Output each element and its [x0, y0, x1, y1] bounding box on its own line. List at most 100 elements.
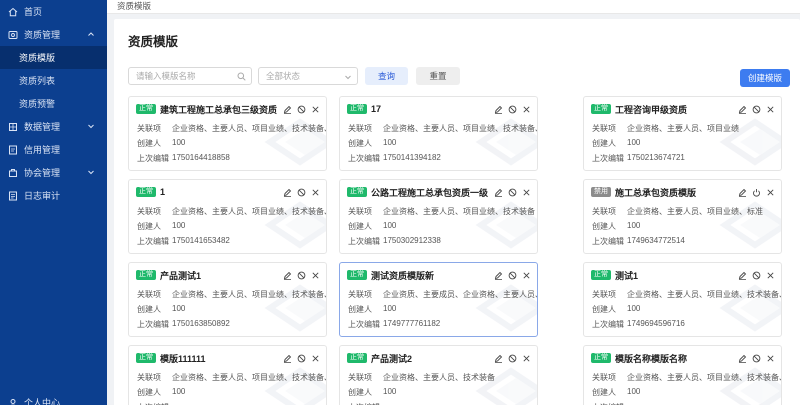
template-card[interactable]: 正常 工程咨询甲级资质 关联项 企业资格、主要人员、项目业绩 创建人 100 上次编辑 175…	[583, 96, 782, 171]
disable-ban-icon[interactable]	[297, 105, 306, 114]
delete-close-icon[interactable]	[766, 188, 775, 197]
edit-icon[interactable]	[283, 105, 292, 114]
card-title[interactable]: 产品测试1	[160, 269, 279, 282]
card-title[interactable]: 施工总承包资质模版	[615, 186, 734, 199]
template-card[interactable]: 正常产品测试2关联项企业资格、主要人员、技术装备创建人100上次编辑	[339, 345, 538, 405]
delete-close-icon[interactable]	[311, 188, 320, 197]
delete-close-icon[interactable]	[522, 105, 531, 114]
template-card[interactable]: 正常模版名称模版名称关联项 企业资格、主要人员、项目业绩、技术装备、标准创建人 10…	[583, 345, 782, 405]
breadcrumb-item[interactable]: 资质模版	[117, 1, 151, 11]
query-button[interactable]: 查询	[365, 67, 408, 85]
template-card[interactable]: 正常建筑工程施工总承包三级资质关联项 企业资格、主要人员、项目业绩、技术装备、标准…	[128, 96, 327, 171]
template-card[interactable]: 正常模版111111 关联项 企业资格、主要人员、项目业绩、技术装备、标准创建人 10…	[128, 345, 327, 405]
related-value: 企业资格、主要人员、项目业绩	[627, 124, 739, 133]
sidebar-item-data[interactable]: 数据管理	[0, 115, 107, 138]
sidebar-item-credit[interactable]: 信用管理	[0, 138, 107, 161]
template-card[interactable]: 正常17关联项企业资格、主要人员、项目业绩、技术装备、标准创建人100上次编辑1…	[339, 96, 538, 171]
template-name-search-input[interactable]: 请输入模版名称	[128, 67, 252, 85]
card-actions	[494, 271, 531, 280]
edit-icon[interactable]	[738, 354, 747, 363]
edit-icon[interactable]	[738, 271, 747, 280]
sidebar-item-qualification[interactable]: 资质管理	[0, 23, 107, 46]
creator-label: 创建人	[348, 222, 372, 231]
related-label: 关联项	[137, 124, 161, 133]
card-related-row: 关联项 企业资质、主要成员、企业资格、主要人员、项目业绩、技术装备	[348, 289, 537, 300]
delete-close-icon[interactable]	[522, 354, 531, 363]
edit-icon[interactable]	[283, 354, 292, 363]
edit-icon[interactable]	[283, 188, 292, 197]
template-card[interactable]: 正常测试1关联项企业资格、主要人员、项目业绩、技术装备、标准创建人100上次编辑…	[583, 262, 782, 337]
related-label: 关联项	[348, 290, 372, 299]
disable-ban-icon[interactable]	[508, 105, 517, 114]
template-card[interactable]: 正常1关联项企业资格、主要人员、项目业绩、技术装备、标准创建人100上次编辑17…	[128, 179, 327, 254]
creator-label: 创建人	[348, 139, 372, 148]
last-edit-label: 上次编辑	[137, 237, 169, 246]
last-edit-label: 上次编辑	[137, 320, 169, 329]
card-decoration-icon	[715, 273, 781, 333]
edit-icon[interactable]	[738, 188, 747, 197]
status-select[interactable]: 全部状态	[258, 67, 358, 85]
edit-icon[interactable]	[494, 188, 503, 197]
edit-icon[interactable]	[494, 271, 503, 280]
disable-ban-icon[interactable]	[752, 105, 761, 114]
last-edit-label: 上次编辑	[592, 154, 624, 163]
card-actions	[283, 354, 320, 363]
card-creator-row: 创建人 100	[137, 221, 185, 232]
disable-ban-icon[interactable]	[297, 354, 306, 363]
disable-ban-icon[interactable]	[508, 271, 517, 280]
delete-close-icon[interactable]	[522, 271, 531, 280]
sidebar-subitem-warning[interactable]: 资质预警	[0, 92, 107, 115]
sidebar-item-log[interactable]: 日志审计	[0, 184, 107, 207]
card-title[interactable]: 17	[371, 104, 490, 114]
template-card[interactable]: 禁用 施工总承包资质模版 关联项 企业资格、主要人员、项目业绩、标准 创建人 100 上次编…	[583, 179, 782, 254]
disable-ban-icon[interactable]	[297, 188, 306, 197]
disable-ban-icon[interactable]	[752, 271, 761, 280]
reset-button[interactable]: 重置	[416, 67, 460, 85]
sidebar-item-home[interactable]: 首页	[0, 0, 107, 23]
status-badge: 正常	[347, 270, 367, 280]
card-actions	[494, 105, 531, 114]
card-title[interactable]: 建筑工程施工总承包三级资质	[160, 103, 279, 116]
related-label: 关联项	[592, 124, 616, 133]
edit-icon[interactable]	[494, 105, 503, 114]
card-title[interactable]: 测试1	[615, 269, 734, 282]
sidebar-item-association[interactable]: 协会管理	[0, 161, 107, 184]
card-title[interactable]: 产品测试2	[371, 352, 490, 365]
disable-ban-icon[interactable]	[508, 354, 517, 363]
card-title[interactable]: 工程咨询甲级资质	[615, 103, 734, 116]
disable-ban-icon[interactable]	[297, 271, 306, 280]
delete-close-icon[interactable]	[766, 354, 775, 363]
card-creator-row: 创建人 100	[348, 387, 396, 398]
card-title[interactable]: 1	[160, 187, 279, 197]
delete-close-icon[interactable]	[766, 105, 775, 114]
edit-icon[interactable]	[283, 271, 292, 280]
last-edit-value: 1750213674721	[627, 153, 685, 162]
delete-close-icon[interactable]	[766, 271, 775, 280]
related-value: 企业资格、主要人员、项目业绩、技术装备、标准	[172, 373, 326, 382]
related-label: 关联项	[592, 207, 616, 216]
search-icon[interactable]	[237, 72, 246, 83]
edit-icon[interactable]	[494, 354, 503, 363]
template-card[interactable]: 正常产品测试1关联项企业资格、主要人员、项目业绩、技术装备、标准创建人100上次…	[128, 262, 327, 337]
enable-power-icon[interactable]	[752, 188, 761, 197]
card-title[interactable]: 模版名称模版名称	[615, 352, 734, 365]
delete-close-icon[interactable]	[311, 105, 320, 114]
disable-ban-icon[interactable]	[752, 354, 761, 363]
card-title[interactable]: 测试资质模版新	[371, 269, 490, 282]
template-card[interactable]: 正常 公路工程施工总承包资质一级 关联项 企业资格、主要人员、项目业绩、技术装备 创建人…	[339, 179, 538, 254]
disable-ban-icon[interactable]	[508, 188, 517, 197]
sidebar-item-profile[interactable]: 个人中心	[8, 396, 60, 405]
delete-close-icon[interactable]	[311, 354, 320, 363]
delete-close-icon[interactable]	[522, 188, 531, 197]
card-title[interactable]: 模版111111	[160, 352, 279, 365]
sidebar-subitem-template[interactable]: 资质模版	[0, 46, 107, 69]
card-actions	[738, 271, 775, 280]
sidebar-subitem-list[interactable]: 资质列表	[0, 69, 107, 92]
edit-icon[interactable]	[738, 105, 747, 114]
card-creator-row: 创建人 100	[592, 387, 640, 398]
template-card[interactable]: 正常测试资质模版新关联项 企业资质、主要成员、企业资格、主要人员、项目业绩、技术装…	[339, 262, 538, 337]
create-template-button[interactable]: 创建模版	[740, 69, 790, 87]
card-title[interactable]: 公路工程施工总承包资质一级	[371, 186, 490, 199]
status-badge: 正常	[136, 353, 156, 363]
delete-close-icon[interactable]	[311, 271, 320, 280]
